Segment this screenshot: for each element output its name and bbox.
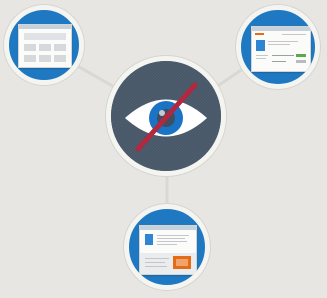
browser-bar — [19, 25, 71, 29]
text-line — [256, 55, 268, 56]
top-left-node — [4, 5, 84, 85]
eye-slash-icon — [111, 61, 221, 171]
diagram-canvas — [0, 0, 327, 298]
text-line — [157, 244, 177, 245]
input-line — [272, 55, 294, 56]
form-webpage-screen — [251, 26, 311, 72]
text-line — [157, 238, 185, 239]
text-line — [256, 58, 266, 59]
submit-button — [296, 54, 306, 57]
center-node — [106, 56, 226, 176]
text-line — [145, 266, 167, 267]
text-line — [157, 235, 189, 236]
text-line — [268, 41, 298, 42]
article-image — [145, 234, 153, 245]
text-line — [145, 262, 165, 263]
grid-tile — [39, 44, 51, 51]
grid-tile — [24, 55, 36, 62]
grid-tile — [24, 44, 36, 51]
bottom-node — [124, 204, 210, 290]
product-thumbnail — [256, 40, 265, 51]
browser-bar — [140, 226, 196, 230]
grid-tile — [54, 44, 66, 51]
top-right-node — [236, 5, 320, 89]
text-line — [157, 241, 187, 242]
article-webpage-screen — [139, 225, 197, 275]
nav-line — [282, 34, 306, 35]
text-line — [268, 44, 290, 45]
secondary-button — [296, 60, 306, 63]
grid-webpage-screen — [18, 24, 72, 68]
logo-mark — [255, 33, 264, 35]
browser-bar — [252, 27, 310, 31]
grid-tile — [39, 55, 51, 62]
eye-highlight — [159, 110, 165, 116]
input-line — [272, 61, 286, 62]
video-inner — [176, 259, 188, 266]
text-line — [145, 258, 169, 259]
grid-tile — [54, 55, 66, 62]
hero-banner — [24, 33, 66, 40]
